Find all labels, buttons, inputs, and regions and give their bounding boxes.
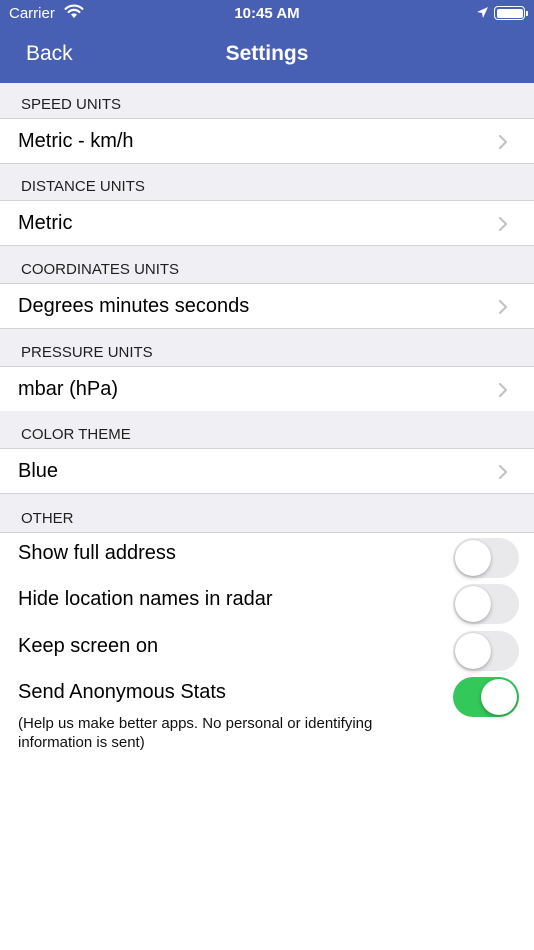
section-header-other: OTHER	[0, 494, 534, 533]
section-header-pressure-units: PRESSURE UNITS	[0, 329, 534, 367]
speed-units-value: Metric - km/h	[18, 130, 134, 152]
toggle-knob	[455, 633, 491, 669]
status-bar: Carrier 10:45 AM	[0, 0, 534, 26]
show-full-address-toggle[interactable]	[453, 538, 519, 578]
chevron-right-icon	[498, 216, 508, 237]
chevron-right-icon	[498, 464, 508, 485]
section-header-speed-units: SPEED UNITS	[0, 83, 534, 119]
toggle-knob	[481, 679, 517, 715]
color-theme-cell[interactable]: Blue	[0, 448, 534, 494]
location-icon	[476, 6, 489, 23]
pressure-units-cell[interactable]: mbar (hPa)	[0, 366, 534, 412]
chevron-right-icon	[498, 382, 508, 403]
section-header-label: COLOR THEME	[21, 426, 131, 443]
hide-location-names-toggle[interactable]	[453, 584, 519, 624]
section-header-color-theme: COLOR THEME	[0, 411, 534, 449]
navigation-bar: Carrier 10:45 AM Back Settings	[0, 0, 534, 83]
section-header-coordinates-units: COORDINATES UNITS	[0, 246, 534, 284]
section-header-label: DISTANCE UNITS	[21, 178, 145, 195]
toggle-row-keep-screen-on: Keep screen on	[0, 625, 534, 671]
section-header-label: SPEED UNITS	[21, 96, 122, 113]
chevron-right-icon	[498, 299, 508, 320]
distance-units-cell[interactable]: Metric	[0, 200, 534, 246]
toggle-label: Hide location names in radar	[18, 588, 273, 610]
toggle-row-send-anonymous-stats: Send Anonymous Stats	[0, 671, 534, 717]
keep-screen-on-toggle[interactable]	[453, 631, 519, 671]
section-header-label: COORDINATES UNITS	[21, 261, 180, 278]
toggle-row-show-full-address: Show full address	[0, 532, 534, 578]
toggle-knob	[455, 586, 491, 622]
page-title: Settings	[225, 42, 309, 65]
battery-icon	[494, 6, 528, 20]
send-anonymous-stats-toggle[interactable]	[453, 677, 519, 717]
speed-units-cell[interactable]: Metric - km/h	[0, 118, 534, 164]
section-header-label: OTHER	[21, 510, 74, 527]
section-header-label: PRESSURE UNITS	[21, 344, 153, 361]
toggle-row-hide-location-names: Hide location names in radar	[0, 578, 534, 624]
status-time: 10:45 AM	[234, 5, 300, 22]
toggle-label: Keep screen on	[18, 635, 159, 657]
pressure-units-value: mbar (hPa)	[18, 378, 119, 400]
color-theme-value: Blue	[18, 460, 59, 482]
toggle-label: Show full address	[18, 542, 176, 564]
coordinates-units-cell[interactable]: Degrees minutes seconds	[0, 283, 534, 329]
toggle-knob	[455, 540, 491, 576]
section-header-distance-units: DISTANCE UNITS	[0, 164, 534, 201]
anonymous-stats-note: (Help us make better apps. No personal o…	[18, 715, 373, 751]
distance-units-value: Metric	[18, 212, 73, 234]
coordinates-units-value: Degrees minutes seconds	[18, 295, 250, 317]
chevron-right-icon	[498, 134, 508, 155]
toggle-label: Send Anonymous Stats	[18, 681, 226, 703]
